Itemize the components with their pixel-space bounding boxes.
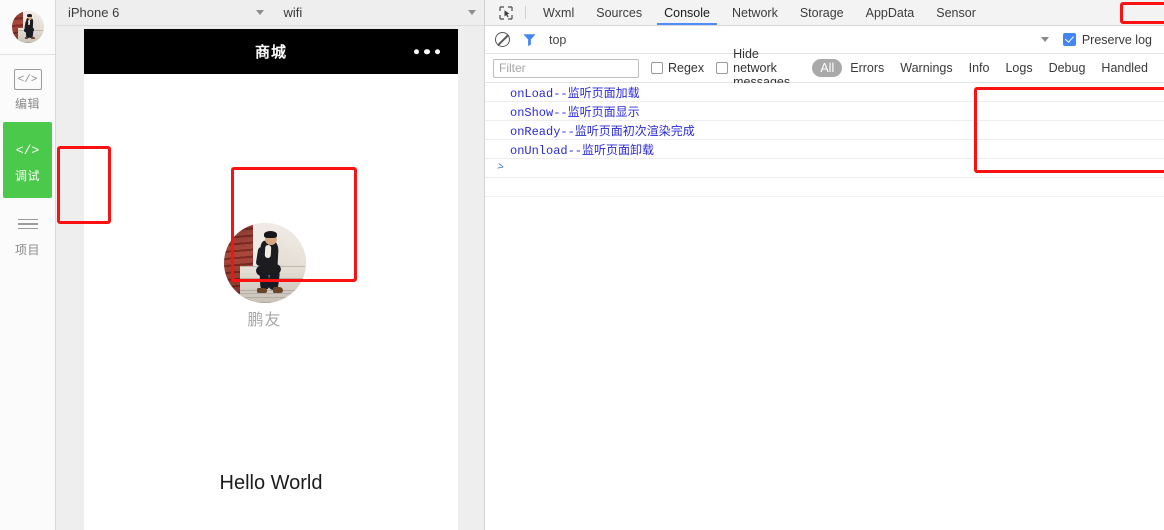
clear-console-icon[interactable] <box>495 32 510 47</box>
console-log-row[interactable]: onUnload--监听页面卸载 <box>485 140 1164 159</box>
level-all-button[interactable]: All <box>812 59 843 77</box>
more-dots-icon[interactable] <box>413 48 440 55</box>
rail-item-debug[interactable]: </> 调试 <box>3 122 52 198</box>
prompt-caret-icon: > <box>495 161 505 175</box>
avatar[interactable] <box>11 11 44 43</box>
console-log-text: onReady--监听页面初次渲染完成 <box>510 124 695 139</box>
network-select[interactable]: wifi <box>272 0 485 26</box>
devtools-tabbar: Wxml Sources Console Network Storage App… <box>485 0 1164 26</box>
console-log-text: onShow--监听页面显示 <box>510 105 640 120</box>
chevron-down-icon <box>255 10 264 15</box>
rail-item-edit[interactable]: </> 编辑 <box>0 55 55 122</box>
hello-world-text: Hello World <box>219 472 323 494</box>
preserve-log-checkbox[interactable]: Preserve log <box>1062 32 1152 47</box>
tab-sources-label: Sources <box>596 5 643 20</box>
checkbox-unchecked-icon <box>651 62 663 74</box>
console-log-row[interactable]: onLoad--监听页面加载 <box>485 83 1164 102</box>
tab-sensor-label: Sensor <box>936 5 976 20</box>
tab-storage-label: Storage <box>799 5 844 20</box>
console-log-row[interactable]: onReady--监听页面初次渲染完成 <box>485 121 1164 140</box>
network-select-value: wifi <box>283 5 303 20</box>
console-log-text: onUnload--监听页面卸载 <box>510 143 655 158</box>
device-select-value: iPhone 6 <box>68 5 120 20</box>
toolbar-divider <box>525 6 526 19</box>
wechat-devtools-window: </> 编辑 </> 调试 项目 iPhone 6 wifi 商城 鹏友 Hel… <box>0 0 1164 530</box>
console-log-row[interactable]: onShow--监听页面显示 <box>485 102 1164 121</box>
level-info-button[interactable]: Info <box>961 59 998 77</box>
rail-item-edit-label: 编辑 <box>14 97 40 111</box>
tab-wxml-label: Wxml <box>543 5 575 20</box>
devtools-pane: Wxml Sources Console Network Storage App… <box>485 0 1164 530</box>
tab-console-label: Console <box>664 5 710 20</box>
console-output: onLoad--监听页面加载 onShow--监听页面显示 onReady--监… <box>485 83 1164 197</box>
level-logs-button[interactable]: Logs <box>997 59 1040 77</box>
phone-body: 鹏友 Hello World <box>84 74 458 530</box>
regex-checkbox[interactable]: Regex <box>651 61 704 75</box>
checkbox-checked-icon <box>1062 33 1076 46</box>
regex-label: Regex <box>668 61 705 75</box>
level-errors-button[interactable]: Errors <box>842 59 892 77</box>
filter-funnel-icon[interactable] <box>522 32 537 47</box>
chevron-down-icon[interactable] <box>1040 37 1049 42</box>
console-prompt-row[interactable]: > <box>485 159 1164 178</box>
tab-console[interactable]: Console <box>653 0 721 25</box>
tab-wxml[interactable]: Wxml <box>532 0 585 25</box>
phone-navbar: 商城 <box>84 29 458 74</box>
simulator-toolbar: iPhone 6 wifi <box>56 0 484 26</box>
log-level-group: All Errors Warnings Info Logs Debug Hand… <box>812 59 1156 77</box>
tab-appdata-label: AppData <box>865 5 915 20</box>
simulator-pane: iPhone 6 wifi 商城 鹏友 Hello World <box>56 0 485 530</box>
console-context-label[interactable]: top <box>549 33 566 47</box>
hamburger-icon <box>13 212 43 236</box>
tab-sources[interactable]: Sources <box>585 0 653 25</box>
rail-item-project[interactable]: 项目 <box>0 198 55 268</box>
device-select[interactable]: iPhone 6 <box>56 0 272 26</box>
rail-item-debug-label: 调试 <box>14 169 40 183</box>
tab-sensor[interactable]: Sensor <box>925 0 987 25</box>
code-icon: </> <box>13 69 42 90</box>
console-log-text: onLoad--监听页面加载 <box>510 86 640 101</box>
chevron-down-icon <box>468 10 476 15</box>
tab-storage[interactable]: Storage <box>789 0 855 25</box>
console-control-bar: top Preserve log <box>485 26 1164 54</box>
inspect-element-icon[interactable] <box>493 0 519 25</box>
rail-avatar-cell[interactable] <box>0 0 55 55</box>
photo-card[interactable]: 鹏友 <box>202 217 327 330</box>
console-filter-bar: Regex Hide network messages All Errors W… <box>485 47 1164 89</box>
checkbox-unchecked-icon <box>716 62 729 74</box>
console-empty-row <box>485 178 1164 197</box>
tab-network-label: Network <box>731 5 778 20</box>
profile-photo[interactable] <box>223 223 306 303</box>
level-handled-button[interactable]: Handled <box>1093 59 1156 77</box>
photo-caption: 鹏友 <box>247 312 282 329</box>
code-icon: </> <box>15 142 40 158</box>
tab-network[interactable]: Network <box>721 0 789 25</box>
tab-appdata[interactable]: AppData <box>855 0 926 25</box>
page-title: 商城 <box>254 44 287 61</box>
filter-input[interactable] <box>493 58 639 78</box>
phone-preview: 商城 鹏友 Hello World <box>84 29 458 530</box>
level-warnings-button[interactable]: Warnings <box>892 59 960 77</box>
preserve-log-label: Preserve log <box>1081 32 1152 47</box>
rail-item-project-label: 项目 <box>14 243 40 257</box>
level-debug-button[interactable]: Debug <box>1041 59 1094 77</box>
left-rail: </> 编辑 </> 调试 项目 <box>0 0 56 530</box>
